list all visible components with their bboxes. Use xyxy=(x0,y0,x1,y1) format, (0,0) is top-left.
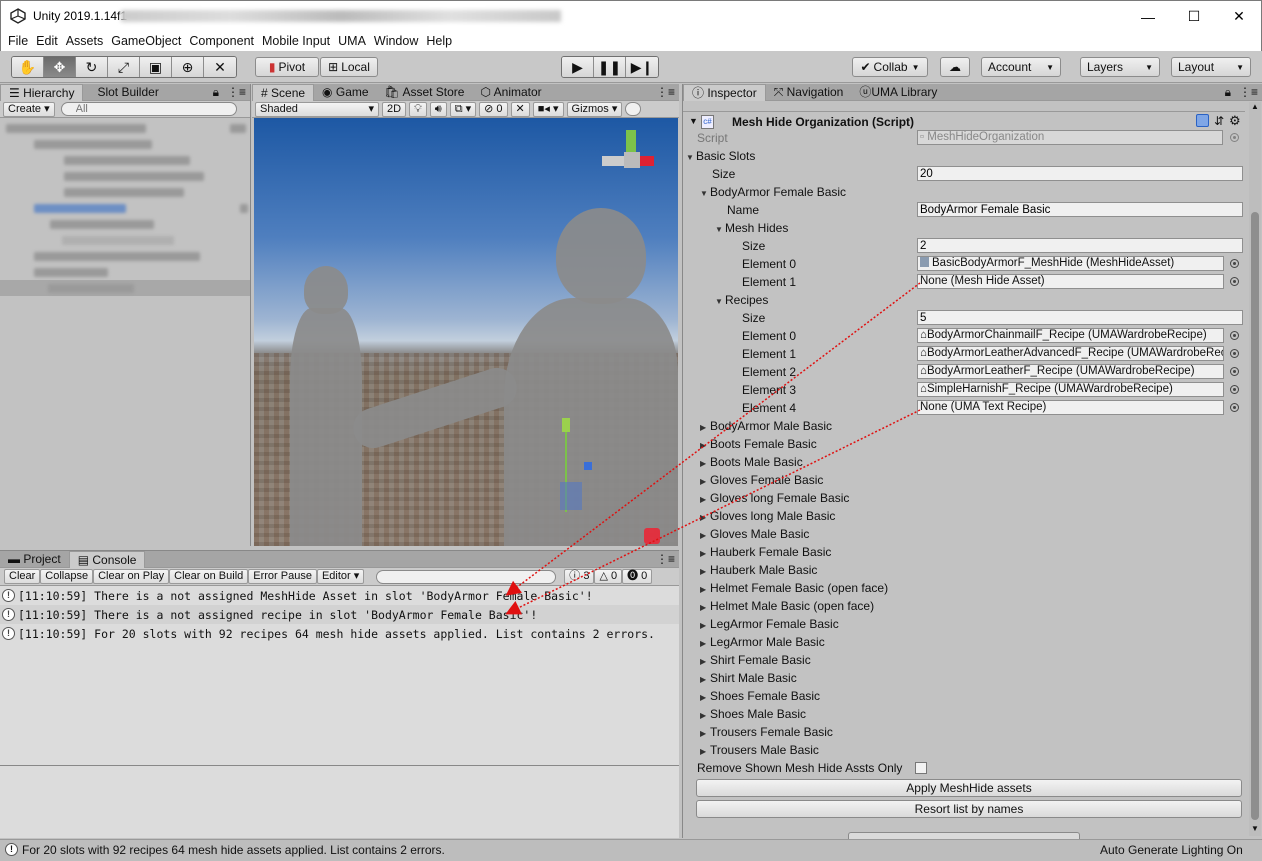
status-bar: ! For 20 slots with 92 recipes 64 mesh h… xyxy=(0,839,1262,861)
status-message[interactable]: For 20 slots with 92 recipes 64 mesh hid… xyxy=(22,843,445,857)
arrow-recipe xyxy=(505,409,921,615)
info-icon: ! xyxy=(5,843,18,856)
auto-lighting-status: Auto Generate Lighting On xyxy=(1100,843,1243,857)
arrow-meshhide xyxy=(505,282,921,596)
annotation-arrows xyxy=(505,282,921,615)
